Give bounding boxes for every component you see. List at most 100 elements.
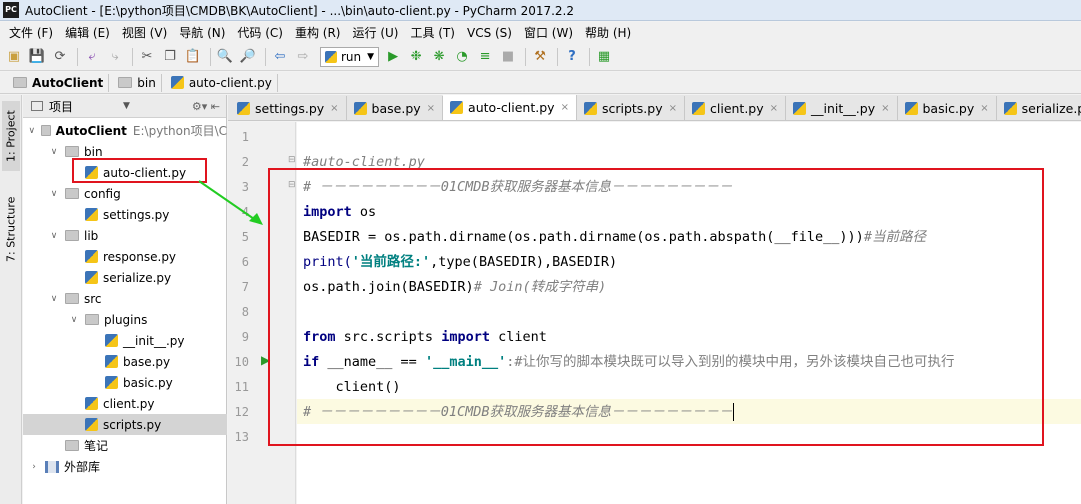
menu-navigate[interactable]: 导航 (N)	[173, 24, 231, 41]
python-file-icon	[105, 334, 118, 347]
editor-tab[interactable]: base.py ×	[346, 96, 444, 120]
run-config-select[interactable]: run ▼	[320, 46, 380, 67]
concurrency-icon[interactable]: ≡	[475, 47, 495, 67]
gear-icon[interactable]: ⚙▾ ⇤	[192, 100, 220, 113]
menu-refactor[interactable]: 重构 (R)	[289, 24, 347, 41]
plugin-icon[interactable]: ▦	[594, 47, 614, 67]
profile-icon[interactable]: ◔	[452, 47, 472, 67]
run-icon[interactable]: ▶	[383, 47, 403, 67]
close-tab-icon[interactable]: ×	[980, 103, 988, 114]
tree-item[interactable]: basic.py	[23, 372, 227, 393]
tree-item[interactable]: client.py	[23, 393, 227, 414]
cut-icon[interactable]: ✂	[137, 47, 157, 67]
copy-icon[interactable]: ❐	[160, 47, 180, 67]
tree-item[interactable]: 笔记	[23, 435, 227, 456]
save-all-icon[interactable]: 💾	[27, 47, 47, 67]
annotation-box-file	[72, 158, 207, 183]
tree-item[interactable]: base.py	[23, 351, 227, 372]
undo-icon[interactable]: ⤶	[82, 47, 102, 67]
tree-item[interactable]: ∨ plugins	[23, 309, 227, 330]
chevron-down-icon[interactable]: ∨	[27, 126, 37, 136]
editor-tab[interactable]: auto-client.py ×	[443, 95, 577, 120]
open-folder-icon[interactable]: ▣	[4, 47, 24, 67]
forward-icon[interactable]: ⇨	[293, 47, 313, 67]
folder-icon	[65, 230, 79, 241]
editor-tabs: settings.py × base.py × auto-client.py × scrip…	[228, 95, 1081, 121]
close-tab-icon[interactable]: ×	[561, 102, 569, 113]
menu-vcs[interactable]: VCS (S)	[461, 26, 518, 40]
redo-icon[interactable]: ⤷	[105, 47, 125, 67]
find-icon[interactable]: 🔍	[215, 47, 235, 67]
editor-tab[interactable]: __init__.py ×	[786, 96, 898, 120]
chevron-down-icon[interactable]: ∨	[47, 189, 61, 199]
editor-tab[interactable]: basic.py ×	[897, 96, 997, 120]
folder-icon	[85, 314, 99, 325]
menu-code[interactable]: 代码 (C)	[231, 24, 289, 41]
tree-item[interactable]: ∨ AutoClient E:\python项目\C	[23, 120, 227, 141]
line-number: 1	[241, 130, 249, 144]
tree-item[interactable]: scripts.py	[23, 414, 227, 435]
chevron-down-icon: ▼	[367, 51, 375, 62]
toolbar-separator	[589, 47, 591, 66]
tree-item-label: client.py	[103, 396, 155, 411]
chevron-right-icon[interactable]: ›	[27, 462, 41, 472]
pycharm-logo-icon: PC	[3, 2, 19, 18]
menu-edit[interactable]: 编辑 (E)	[59, 24, 116, 41]
editor-tab[interactable]: settings.py ×	[230, 96, 347, 120]
help-icon[interactable]: ?	[562, 47, 582, 67]
folder-icon	[13, 77, 27, 88]
settings-wrench-icon[interactable]: ⚒	[530, 47, 550, 67]
python-file-icon	[692, 101, 705, 115]
menu-help[interactable]: 帮助 (H)	[579, 24, 637, 41]
editor-tab-label: basic.py	[922, 100, 975, 116]
close-tab-icon[interactable]: ×	[770, 103, 778, 114]
python-file-icon	[450, 100, 464, 114]
close-tab-icon[interactable]: ×	[669, 103, 677, 114]
editor-tab[interactable]: client.py ×	[685, 96, 787, 120]
replace-icon[interactable]: 🔎	[238, 47, 258, 67]
chevron-down-icon[interactable]: ∨	[47, 147, 61, 157]
chevron-down-icon[interactable]: ∨	[47, 294, 61, 304]
tree-item[interactable]: serialize.py	[23, 267, 227, 288]
editor-tab-label: settings.py	[255, 100, 325, 116]
line-number: 8	[241, 305, 249, 319]
close-tab-icon[interactable]: ×	[427, 103, 435, 114]
tree-item[interactable]: › 外部库	[23, 456, 227, 477]
line-number: 11	[234, 380, 249, 394]
close-tab-icon[interactable]: ×	[881, 103, 889, 114]
tree-item-label: 笔记	[84, 439, 109, 453]
editor-tab[interactable]: scripts.py ×	[576, 96, 685, 120]
menu-view[interactable]: 视图 (V)	[116, 24, 173, 41]
project-panel-header[interactable]: 项目 ▼ ⚙▾ ⇤	[23, 95, 226, 118]
tree-item[interactable]: __init__.py	[23, 330, 227, 351]
coverage-icon[interactable]: ❋	[429, 47, 449, 67]
tree-item[interactable]: response.py	[23, 246, 227, 267]
chevron-down-icon[interactable]: ∨	[47, 231, 61, 241]
structure-tool-tab[interactable]: 7: Structure	[2, 185, 20, 273]
menu-window[interactable]: 窗口 (W)	[518, 24, 579, 41]
close-tab-icon[interactable]: ×	[330, 103, 338, 114]
paste-icon[interactable]: 📋	[183, 47, 203, 67]
toolbar-separator	[557, 47, 559, 66]
stop-icon[interactable]: ■	[498, 47, 518, 67]
breadcrumb-project[interactable]: AutoClient	[8, 73, 110, 92]
fold-marker-icon[interactable]: ⊟	[288, 155, 296, 165]
project-tool-tab[interactable]: 1: Project	[2, 101, 20, 171]
menu-file[interactable]: 文件 (F)	[3, 24, 59, 41]
breadcrumb-bin[interactable]: bin	[113, 73, 162, 92]
breadcrumb-file[interactable]: auto-client.py	[166, 73, 278, 92]
chevron-down-icon[interactable]: ∨	[67, 315, 81, 325]
annotation-box-code	[268, 168, 1044, 446]
line-number: 13	[234, 430, 249, 444]
menu-tools[interactable]: 工具 (T)	[404, 24, 461, 41]
python-file-icon	[1003, 101, 1017, 115]
tree-item[interactable]: ∨ src	[23, 288, 227, 309]
sync-icon[interactable]: ⟳	[50, 47, 70, 67]
chevron-down-icon[interactable]: ▼	[123, 101, 130, 111]
python-file-icon	[237, 101, 250, 115]
line-number: 6	[241, 255, 249, 269]
debug-icon[interactable]: ❉	[406, 47, 426, 67]
menu-run[interactable]: 运行 (U)	[347, 24, 405, 41]
back-icon[interactable]: ⇦	[270, 47, 290, 67]
editor-tab[interactable]: serialize.py×	[996, 96, 1081, 120]
